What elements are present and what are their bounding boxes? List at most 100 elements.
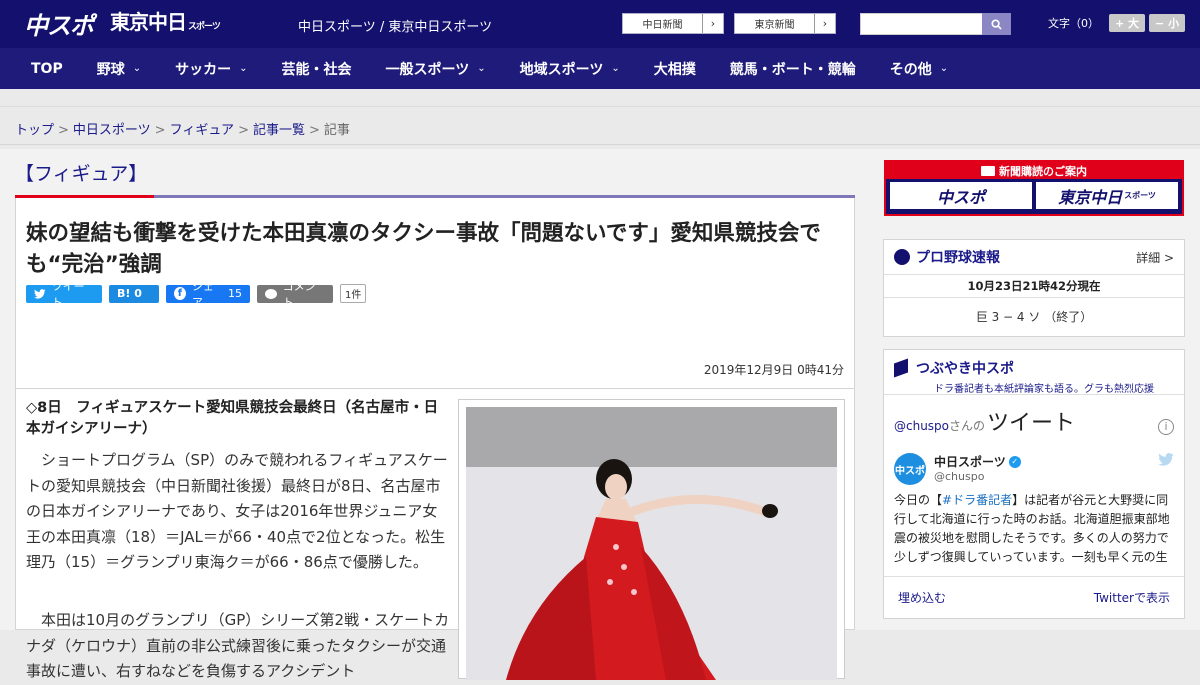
tweet-label: ツイート	[51, 279, 85, 309]
baseball-widget-title: プロ野球速報	[916, 250, 1000, 266]
tweet-button[interactable]: ツイート	[26, 280, 102, 309]
font-bigger-button[interactable]: + 大	[1109, 14, 1146, 32]
chuspo-logo[interactable]: 中スポ	[24, 6, 94, 41]
chevron-down-icon: ⌄	[477, 63, 486, 74]
twitter-account-link[interactable]: @chuspo	[894, 419, 949, 433]
subscription-tokyo-label: 東京中日	[1058, 187, 1123, 207]
font-smaller-button[interactable]: − 小	[1149, 14, 1186, 32]
facebook-share-count: 15	[228, 287, 242, 300]
breadcrumb-current: 記事	[323, 123, 350, 138]
breadcrumb: トップ > 中日スポーツ > フィギュア > 記事一覧 > 記事	[0, 107, 1200, 145]
subscription-chuspo[interactable]: 中スポ	[890, 182, 1032, 209]
tokyo-logo-text: 東京中日	[110, 10, 187, 34]
top-header: 中スポ 東京中日 スポーツ 中日スポーツ / 東京中日スポーツ 中日新聞 › 東京…	[0, 0, 1200, 48]
nav-label: 競馬・ボート・競輪	[729, 61, 856, 78]
breadcrumb-figure[interactable]: フィギュア	[170, 123, 234, 138]
baseball-widget-header: プロ野球速報 詳細 >	[884, 240, 1184, 275]
nav-label: 野球	[96, 61, 125, 78]
chunichi-shimbun-label: 中日新聞	[623, 14, 703, 33]
category-title: 【フィギュア】	[15, 163, 148, 185]
article-paragraph: 本田は10月のグランプリ（GP）シリーズ第2戦・スケートカナダ（ケロウナ）直前の…	[26, 611, 450, 680]
hatena-label: B! 0	[117, 287, 142, 300]
nav-item-other[interactable]: その他 ⌄	[890, 59, 948, 79]
chevron-down-icon: ⌄	[239, 63, 248, 74]
tokyo-shimbun-link[interactable]: 東京新聞 ›	[734, 13, 836, 34]
search-icon	[991, 18, 1002, 30]
nav-label: その他	[889, 61, 932, 78]
nav-item-racing[interactable]: 競馬・ボート・競輪	[730, 59, 856, 79]
article-card: 妹の望結も衝撃を受けた本田真凛のタクシー事故「問題ないです」愛知県競技会でも“完…	[15, 198, 855, 680]
font-size-control: 文字（0） + 大 − 小	[1048, 14, 1186, 32]
tokyo-shimbun-label: 東京新聞	[735, 14, 815, 33]
main-area: 【フィギュア】 妹の望結も衝撃を受けた本田真凛のタクシー事故「問題ないです」愛知…	[0, 149, 1200, 680]
twitter-widget: つぶやき中スポ ドラ番記者も本紙評論家も語る。グラも熱烈応援 @chuspo さ…	[883, 349, 1185, 619]
search-box	[860, 13, 1011, 35]
chevron-right-icon: ›	[822, 17, 828, 30]
nav-item-sumo[interactable]: 大相撲	[654, 59, 696, 79]
tweet-text-prefix: 今日の【	[894, 493, 943, 507]
twitter-bird-icon[interactable]	[1158, 453, 1174, 485]
twitter-widget-title-label: つぶやき中スポ	[916, 361, 1014, 377]
breadcrumb-sep: >	[58, 123, 69, 138]
nav-label: 芸能・社会	[281, 61, 352, 78]
article-divider	[16, 388, 854, 389]
nav-item-soccer[interactable]: サッカー ⌄	[175, 59, 247, 79]
twitter-widget-header: つぶやき中スポ ドラ番記者も本紙評論家も語る。グラも熱烈応援	[884, 350, 1184, 395]
subscription-ad-title: 新聞購読のご案内	[886, 162, 1182, 179]
comment-bubble-icon	[265, 288, 277, 299]
tweet-author-handle[interactable]: @chuspo	[934, 470, 1021, 483]
tweet-author-name-text: 中日スポーツ	[934, 455, 1006, 469]
baseball-details-link[interactable]: 詳細 >	[1136, 249, 1174, 266]
nav-item-entertainment[interactable]: 芸能・社会	[282, 59, 352, 79]
subscription-tokyo-chunichi[interactable]: 東京中日 スポーツ	[1036, 182, 1178, 209]
article-photo[interactable]	[458, 399, 845, 680]
nav-item-regional-sports[interactable]: 地域スポーツ ⌄	[520, 59, 620, 79]
baseball-score[interactable]: 巨 3 − 4 ソ （終了）	[884, 298, 1184, 336]
tweet-text: 今日の【#ドラ番記者】は記者が谷元と大野奨に同行して北海道に行った時のお話。北海…	[884, 485, 1184, 563]
avatar[interactable]: 中スポ	[894, 453, 926, 485]
share-bar: ツイート B! 0 f シェア 15 コメント 1件	[26, 280, 367, 309]
facebook-icon: f	[174, 287, 186, 300]
comment-count-badge: 1件	[340, 284, 367, 303]
site-name: 中日スポーツ / 東京中日スポーツ	[298, 20, 493, 35]
breadcrumb-chunichi-sports[interactable]: 中日スポーツ	[73, 123, 151, 138]
baseball-icon	[894, 249, 910, 265]
twitter-bird-icon	[34, 288, 46, 299]
embed-link[interactable]: 埋め込む	[898, 589, 946, 606]
nav-item-baseball[interactable]: 野球 ⌄	[97, 59, 141, 79]
megaphone-icon	[894, 358, 908, 378]
chuspo-logo-text: 中スポ	[24, 12, 94, 40]
twitter-account-suffix: さんの	[949, 419, 986, 433]
subscription-ad[interactable]: 新聞購読のご案内 中スポ 東京中日 スポーツ	[884, 160, 1184, 216]
search-input[interactable]	[860, 13, 982, 35]
hatena-bookmark-button[interactable]: B! 0	[109, 284, 159, 303]
facebook-share-button[interactable]: f シェア 15	[166, 280, 250, 309]
nav-label: 地域スポーツ	[519, 61, 604, 78]
view-on-twitter-link[interactable]: Twitterで表示	[1094, 589, 1170, 606]
chevron-down-icon: ⌄	[611, 63, 620, 74]
figure-skater-photo	[466, 407, 837, 680]
nav-label: 大相撲	[653, 61, 696, 78]
twitter-widget-footer: 埋め込む Twitterで表示	[884, 576, 1184, 618]
header-spacer	[0, 89, 1200, 107]
search-button[interactable]	[982, 13, 1011, 35]
comment-button[interactable]: コメント	[257, 280, 333, 309]
tweet-hashtag[interactable]: #ドラ番記者	[942, 493, 1012, 507]
article-lead: ◇8日 フィギュアスケート愛知県競技会最終日（名古屋市・日本ガイシアリーナ）	[26, 400, 439, 437]
nav-item-general-sports[interactable]: 一般スポーツ ⌄	[386, 59, 486, 79]
breadcrumb-sep: >	[238, 123, 249, 138]
chunichi-shimbun-link[interactable]: 中日新聞 ›	[622, 13, 724, 34]
info-icon[interactable]: i	[1158, 419, 1174, 435]
breadcrumb-top[interactable]: トップ	[15, 123, 54, 138]
twitter-widget-subtitle: ドラ番記者も本紙評論家も語る。グラも熱烈応援	[934, 384, 1154, 395]
tokyo-chunichi-logo[interactable]: 東京中日 スポーツ	[110, 6, 221, 35]
breadcrumb-article-list[interactable]: 記事一覧	[253, 123, 305, 138]
article-date: 2019年12月9日 0時41分	[703, 363, 844, 377]
tweet-author: 中スポ 中日スポーツ ✓ @chuspo	[884, 453, 1184, 485]
nav-item-top[interactable]: TOP	[31, 61, 63, 77]
chevron-down-icon: ⌄	[939, 63, 949, 74]
tweet-author-name[interactable]: 中日スポーツ ✓	[934, 453, 1021, 470]
breadcrumb-sep: >	[154, 123, 166, 138]
baseball-timestamp: 10月23日21時42分現在	[884, 275, 1184, 298]
breadcrumb-sep: >	[308, 123, 320, 138]
